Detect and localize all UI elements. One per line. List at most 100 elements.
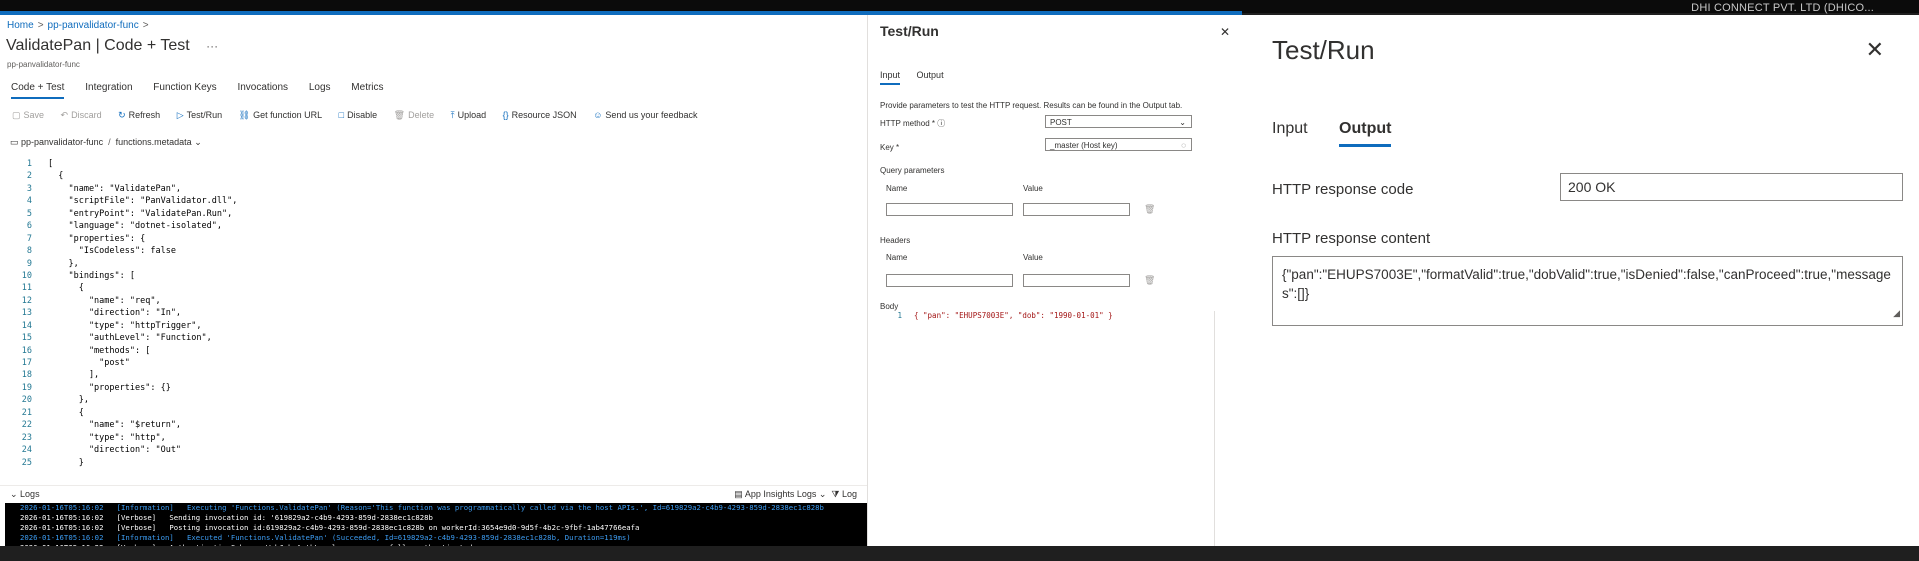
code-line[interactable]: 8 "IsCodeless": false bbox=[0, 245, 867, 257]
file-selector[interactable]: functions.metadata bbox=[116, 137, 192, 147]
code-line[interactable]: 21 { bbox=[0, 407, 867, 419]
tab-logs[interactable]: Logs bbox=[309, 82, 331, 97]
function-name: ValidatePan bbox=[6, 37, 92, 54]
delete-button[interactable]: 🗑 Delete bbox=[394, 110, 434, 121]
breadcrumb-home[interactable]: Home bbox=[7, 20, 34, 31]
code-line[interactable]: 3 "name": "ValidatePan", bbox=[0, 183, 867, 195]
code-line[interactable]: 9 }, bbox=[0, 258, 867, 270]
code-text: } bbox=[48, 457, 84, 468]
directory-name[interactable]: DHI CONNECT PVT. LTD (DHICO... bbox=[1691, 2, 1874, 14]
delete-query-icon[interactable]: 🗑 bbox=[1144, 204, 1155, 215]
tab-code-test[interactable]: Code + Test bbox=[11, 82, 65, 99]
code-line[interactable]: 19 "properties": {} bbox=[0, 382, 867, 394]
refresh-button[interactable]: ↻ Refresh bbox=[118, 110, 160, 121]
tab-metrics[interactable]: Metrics bbox=[351, 82, 383, 97]
logs-label: Logs bbox=[20, 489, 40, 499]
tab-output[interactable]: Output bbox=[1339, 120, 1392, 147]
code-line[interactable]: 15 "authLevel": "Function", bbox=[0, 332, 867, 344]
response-code-field[interactable]: 200 OK bbox=[1560, 173, 1903, 201]
code-line[interactable]: 17 "post" bbox=[0, 357, 867, 369]
test-run-output-panel: Test/Run ✕ Input Output HTTP response co… bbox=[1242, 15, 1919, 546]
query-value-input[interactable] bbox=[1023, 203, 1130, 216]
chevron-down-icon: ⌄ bbox=[1179, 118, 1186, 127]
query-name-input[interactable] bbox=[886, 203, 1013, 216]
code-text: "properties": {} bbox=[48, 382, 171, 393]
logs-console[interactable]: 2026-01-16T05:16:02 [Information] Execut… bbox=[5, 503, 867, 546]
logs-toggle[interactable]: ⌄ Logs bbox=[10, 489, 40, 500]
line-number: 24 bbox=[21, 445, 32, 456]
code-line[interactable]: 7 "properties": { bbox=[0, 233, 867, 245]
upload-button[interactable]: ⤒ Upload bbox=[451, 110, 487, 121]
save-button[interactable]: ▢ Save bbox=[12, 110, 44, 121]
line-number: 18 bbox=[21, 370, 32, 381]
line-number: 23 bbox=[21, 432, 32, 443]
refresh-icon: ↻ bbox=[118, 110, 126, 120]
key-label: Key * bbox=[880, 143, 900, 152]
line-number: 11 bbox=[21, 283, 32, 294]
tab-function-keys[interactable]: Function Keys bbox=[153, 82, 216, 97]
breadcrumb-app[interactable]: pp-panvalidator-func bbox=[48, 20, 139, 31]
code-line[interactable]: 1[ bbox=[0, 158, 867, 170]
key-select[interactable]: _master (Host key) ◌ bbox=[1045, 138, 1192, 151]
disable-button[interactable]: □ Disable bbox=[339, 110, 377, 120]
key-value: _master (Host key) bbox=[1050, 141, 1118, 150]
tab-invocations[interactable]: Invocations bbox=[237, 82, 288, 97]
info-icon: ⓘ bbox=[937, 119, 946, 128]
trash-icon: 🗑 bbox=[393, 110, 406, 120]
code-line[interactable]: 25 } bbox=[0, 457, 867, 469]
header-name-input[interactable] bbox=[886, 274, 1013, 287]
tab-output[interactable]: Output bbox=[917, 70, 944, 83]
chevron-right-icon: > bbox=[37, 20, 44, 31]
code-text: "name": "$return", bbox=[48, 420, 182, 431]
code-line[interactable]: 22 "name": "$return", bbox=[0, 419, 867, 431]
save-label: Save bbox=[23, 110, 45, 120]
code-line[interactable]: 10 "bindings": [ bbox=[0, 270, 867, 282]
code-line[interactable]: 23 "type": "http", bbox=[0, 432, 867, 444]
body-scrollbar[interactable] bbox=[1214, 311, 1225, 546]
get-function-url-button[interactable]: ⛓ Get function URL bbox=[239, 110, 322, 121]
play-icon: ▷ bbox=[176, 110, 184, 120]
chevron-down-icon[interactable]: ⌄ bbox=[194, 137, 202, 147]
code-line[interactable]: 4 "scriptFile": "PanValidator.dll", bbox=[0, 195, 867, 207]
tab-input[interactable]: Input bbox=[1272, 120, 1308, 144]
code-text: { bbox=[48, 283, 84, 294]
body-content[interactable]: { "pan": "EHUPS7003E", "dob": "1990-01-0… bbox=[914, 311, 1113, 320]
more-icon[interactable]: ··· bbox=[206, 39, 218, 53]
response-content-field[interactable]: {"pan":"EHUPS7003E","formatValid":true,"… bbox=[1272, 256, 1903, 326]
header-value-input[interactable] bbox=[1023, 274, 1130, 287]
code-line[interactable]: 13 "direction": "In", bbox=[0, 307, 867, 319]
code-line[interactable]: 14 "type": "httpTrigger", bbox=[0, 320, 867, 332]
close-icon[interactable]: ✕ bbox=[1220, 25, 1230, 39]
code-text: "name": "ValidatePan", bbox=[48, 183, 182, 194]
code-line[interactable]: 16 "methods": [ bbox=[0, 345, 867, 357]
close-icon[interactable]: ✕ bbox=[1866, 37, 1884, 63]
response-content-text: {"pan":"EHUPS7003E","formatValid":true,"… bbox=[1282, 267, 1891, 301]
http-method-select[interactable]: POST ⌄ bbox=[1045, 115, 1192, 128]
code-text: "name": "req", bbox=[48, 295, 161, 306]
code-text: "bindings": [ bbox=[48, 270, 135, 281]
body-editor[interactable]: 1 { "pan": "EHUPS7003E", "dob": "1990-01… bbox=[880, 311, 1235, 546]
tab-input[interactable]: Input bbox=[880, 70, 901, 85]
resource-json-button[interactable]: {} Resource JSON bbox=[503, 110, 577, 120]
test-run-button[interactable]: ▷ Test/Run bbox=[177, 110, 222, 121]
code-line[interactable]: 20 }, bbox=[0, 394, 867, 406]
code-line[interactable]: 5 "entryPoint": "ValidatePan.Run", bbox=[0, 208, 867, 220]
code-line[interactable]: 18 ], bbox=[0, 369, 867, 381]
feedback-button[interactable]: ☺ Send us your feedback bbox=[593, 110, 697, 120]
discard-button[interactable]: ↶ Discard bbox=[61, 110, 102, 121]
code-editor[interactable]: 1[2 {3 "name": "ValidatePan", 4 "scriptFi… bbox=[0, 158, 867, 476]
code-line[interactable]: 11 { bbox=[0, 282, 867, 294]
upload-label: Upload bbox=[457, 110, 487, 120]
page-subtitle: pp-panvalidator-func bbox=[7, 60, 80, 69]
bottom-strip bbox=[0, 546, 1919, 561]
delete-header-icon[interactable]: 🗑 bbox=[1144, 275, 1155, 286]
logs-source[interactable]: ▤ App Insights Logs ⌄ ⧩ Log bbox=[734, 489, 857, 500]
path-separator: / bbox=[108, 137, 111, 147]
code-line[interactable]: 6 "language": "dotnet-isolated", bbox=[0, 220, 867, 232]
blade-title: Test/Run bbox=[880, 23, 939, 39]
code-line[interactable]: 12 "name": "req", bbox=[0, 295, 867, 307]
tab-integration[interactable]: Integration bbox=[85, 82, 132, 97]
resize-handle-icon[interactable]: ◢ bbox=[1893, 304, 1900, 323]
code-line[interactable]: 24 "direction": "Out" bbox=[0, 444, 867, 456]
code-line[interactable]: 2 { bbox=[0, 170, 867, 182]
